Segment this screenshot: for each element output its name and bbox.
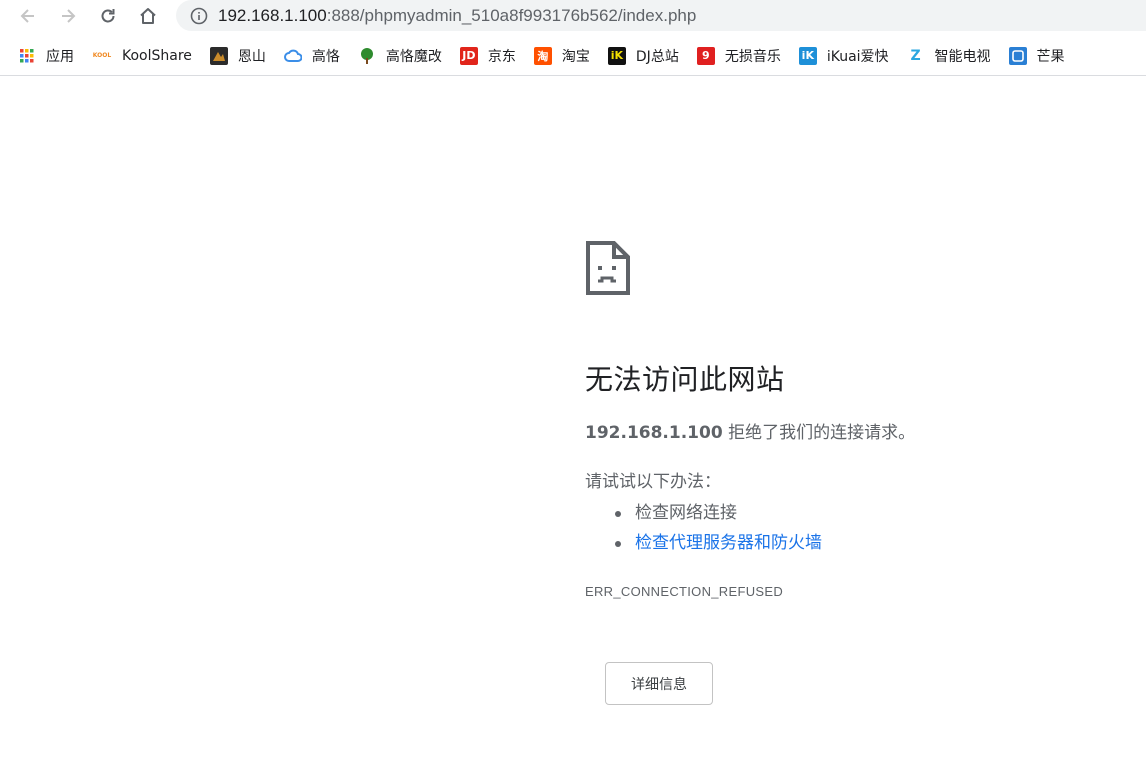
arrow-right-icon [62,9,76,23]
bookmark-item[interactable]: iK iKuai爱快 [798,42,889,70]
error-description-text: 拒绝了我们的连接请求。 [722,423,916,443]
bookmark-item[interactable]: 高恪 [283,42,340,70]
bookmark-label: 无损音乐 [724,48,781,65]
koolshare-icon: KOOL [92,52,112,59]
arrow-left-icon [20,9,34,23]
error-host: 192.168.1.100 [585,423,723,443]
error-description: 192.168.1.100 拒绝了我们的连接请求。 [585,418,1105,443]
bookmark-item[interactable]: Z 智能电视 [907,42,991,70]
bookmark-label: 高恪魔改 [385,48,442,65]
bookmark-label: 京东 [487,48,516,65]
mango-icon [1008,46,1027,65]
bookmark-item[interactable]: JD 京东 [459,42,516,70]
apps-grid-icon [18,47,36,65]
suggestion-check-network: 检查网络连接 [611,498,1105,528]
bookmark-item[interactable]: 芒果 [1008,42,1065,70]
tv-icon: Z [910,47,921,64]
bookmarks-bar: 应用 KOOL KoolShare 恩山 高恪 高恪魔改 JD 京东淘淘宝 iK DJ总站 9 无损音… [0,36,1146,76]
error-code: ERR_CONNECTION_REFUSED [585,584,784,599]
bookmark-label: 恩山 [237,48,266,65]
reload-button[interactable] [88,0,128,32]
ikuai-icon: iK [798,46,817,65]
bookmark-label: DJ总站 [635,48,679,65]
bookmark-item[interactable]: 9 无损音乐 [696,42,781,70]
bookmark-item[interactable]: KOOL KoolShare [92,42,192,70]
check-proxy-link[interactable]: 检查代理服务器和防火墙 [635,533,822,553]
bookmark-label: 淘宝 [561,48,590,65]
sad-document-icon [586,241,630,295]
bookmark-label: 智能电视 [934,48,991,65]
bookmark-item[interactable]: iK DJ总站 [607,42,679,70]
url-host: 192.168.1.100 [218,5,327,25]
jd-icon: JD [459,46,478,65]
music-icon: 9 [696,46,715,65]
dj-icon: iK [607,46,626,65]
bookmark-item[interactable]: 淘淘宝 [533,42,590,70]
cloud-icon [283,47,302,65]
suggestion-label: 检查网络连接 [635,503,737,523]
bookmark-label: KoolShare [122,47,192,64]
home-button[interactable] [128,0,168,32]
bookmark-label: 应用 [46,48,74,65]
bookmark-item[interactable]: 应用 [18,42,74,70]
suggestions-list: 检查网络连接 检查代理服务器和防火墙 [585,498,1105,558]
bookmark-label: iKuai爱快 [826,48,889,65]
taobao-icon: 淘 [533,46,552,65]
bookmark-label: 高恪 [311,48,340,65]
bookmark-item[interactable]: 恩山 [209,42,266,70]
tree-icon [358,47,376,65]
back-button[interactable] [8,0,48,32]
error-title: 无法访问此网站 [585,363,785,396]
browser-toolbar: 192.168.1.100:888/phpmyadmin_510a8f99317… [0,0,1146,32]
bookmark-label: 芒果 [1036,48,1065,65]
error-content: 无法访问此网站 192.168.1.100 拒绝了我们的连接请求。 请试试以下办… [585,240,1105,599]
suggestions-heading: 请试试以下办法： [585,472,721,492]
address-bar[interactable]: 192.168.1.100:888/phpmyadmin_510a8f99317… [176,0,1146,31]
enshan-icon [209,46,228,65]
reload-icon [101,9,115,23]
suggestion-check-proxy: 检查代理服务器和防火墙 [611,528,1105,558]
home-icon [140,8,156,24]
bookmark-item[interactable]: 高恪魔改 [358,42,442,70]
info-icon[interactable] [190,7,208,25]
url-text[interactable]: 192.168.1.100:888/phpmyadmin_510a8f99317… [218,6,696,26]
details-button[interactable]: 详细信息 [605,662,713,705]
forward-button[interactable] [48,0,88,32]
url-path: :888/phpmyadmin_510a8f993176b562/index.p… [326,5,697,25]
